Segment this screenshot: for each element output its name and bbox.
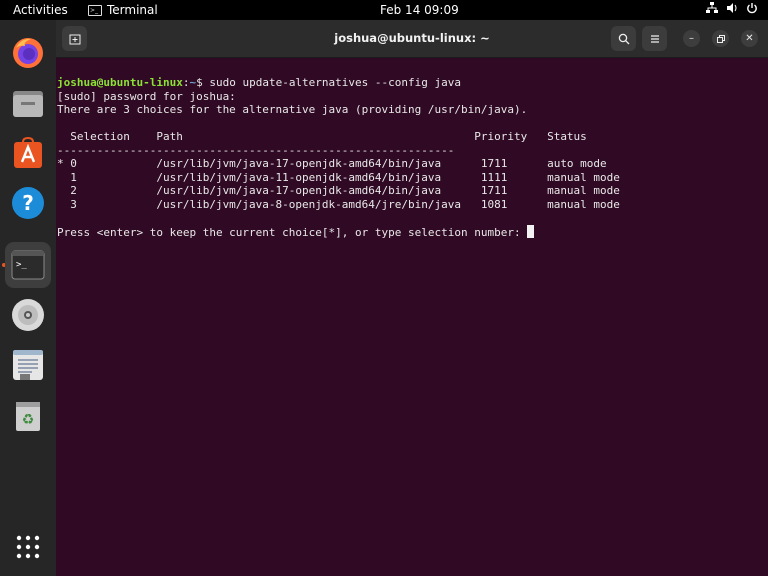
terminal-small-icon: >_ <box>88 4 102 16</box>
table-row: 3 /usr/lib/jvm/java-8-openjdk-amd64/jre/… <box>57 197 620 211</box>
text-editor-icon <box>13 350 43 380</box>
power-icon <box>746 2 758 14</box>
help-icon: ? <box>12 187 44 219</box>
terminal-icon: >_ <box>11 250 45 280</box>
top-bar: Activities >_ Terminal Feb 14 09:09 <box>0 0 768 20</box>
prompt-user: joshua@ubuntu-linux <box>57 76 183 89</box>
restore-button[interactable] <box>712 30 729 47</box>
table-header: Selection Path Priority Status <box>57 130 587 143</box>
table-row: * 0 /usr/lib/jvm/java-17-openjdk-amd64/b… <box>57 157 607 170</box>
app-grid-icon <box>16 535 40 559</box>
sudo-prompt-line: [sudo] password for joshua: <box>57 89 236 103</box>
dock-help[interactable]: ? <box>5 180 51 226</box>
svg-text:♻: ♻ <box>22 412 35 428</box>
dock: ? >_ ♻ <box>0 20 56 576</box>
disc-icon <box>12 299 44 331</box>
svg-text:>_: >_ <box>16 260 27 270</box>
volume-icon <box>726 2 738 14</box>
dock-trash[interactable]: ♻ <box>5 392 51 438</box>
minimize-button[interactable]: – <box>683 30 700 47</box>
clock[interactable]: Feb 14 09:09 <box>380 3 459 17</box>
svg-text:?: ? <box>22 191 34 215</box>
selection-prompt-text: Press <enter> to keep the current choice… <box>57 225 528 239</box>
table-row: 1 /usr/lib/jvm/java-11-openjdk-amd64/bin… <box>57 170 620 184</box>
restore-icon <box>716 34 725 43</box>
search-button[interactable] <box>611 26 636 51</box>
dock-files[interactable] <box>5 80 51 126</box>
firefox-icon <box>13 38 43 68</box>
dock-disc[interactable] <box>5 292 51 338</box>
activities-button[interactable]: Activities <box>13 3 68 17</box>
dock-text-editor[interactable] <box>5 342 51 388</box>
close-icon: ✕ <box>745 33 754 44</box>
network-icon <box>706 2 718 14</box>
terminal-output[interactable]: joshua@ubuntu-linux:~$ sudo update-alter… <box>56 56 768 576</box>
software-icon <box>14 136 42 168</box>
trash-icon: ♻ <box>16 402 40 431</box>
search-icon <box>618 33 629 44</box>
minimize-icon: – <box>689 33 694 44</box>
text-cursor <box>527 224 535 238</box>
app-menu[interactable]: >_ Terminal <box>88 3 158 17</box>
hamburger-icon <box>650 34 659 43</box>
terminal-window: joshua@ubuntu-linux: ~ – ✕ joshua@ubuntu… <box>56 20 768 576</box>
dock-software[interactable] <box>5 130 51 176</box>
command-text: sudo update-alternatives --config java <box>209 76 462 89</box>
title-bar[interactable]: joshua@ubuntu-linux: ~ – ✕ <box>56 20 768 58</box>
dock-terminal[interactable]: >_ <box>5 242 51 288</box>
selection-prompt-line: Press <enter> to keep the current choice… <box>57 224 535 240</box>
app-menu-label: Terminal <box>107 3 158 17</box>
files-icon <box>13 91 43 117</box>
menu-button[interactable] <box>642 26 667 51</box>
table-row: 2 /usr/lib/jvm/java-17-openjdk-amd64/bin… <box>57 184 620 197</box>
prompt-dollar: $ <box>196 76 210 89</box>
command-line: joshua@ubuntu-linux:~$ sudo update-alter… <box>57 76 461 90</box>
close-button[interactable]: ✕ <box>741 30 758 47</box>
choices-line: There are 3 choices for the alternative … <box>57 103 528 116</box>
system-tray[interactable] <box>706 2 758 14</box>
table-divider: ----------------------------------------… <box>57 143 455 157</box>
dock-show-apps[interactable] <box>5 524 51 570</box>
dock-firefox[interactable] <box>5 30 51 76</box>
